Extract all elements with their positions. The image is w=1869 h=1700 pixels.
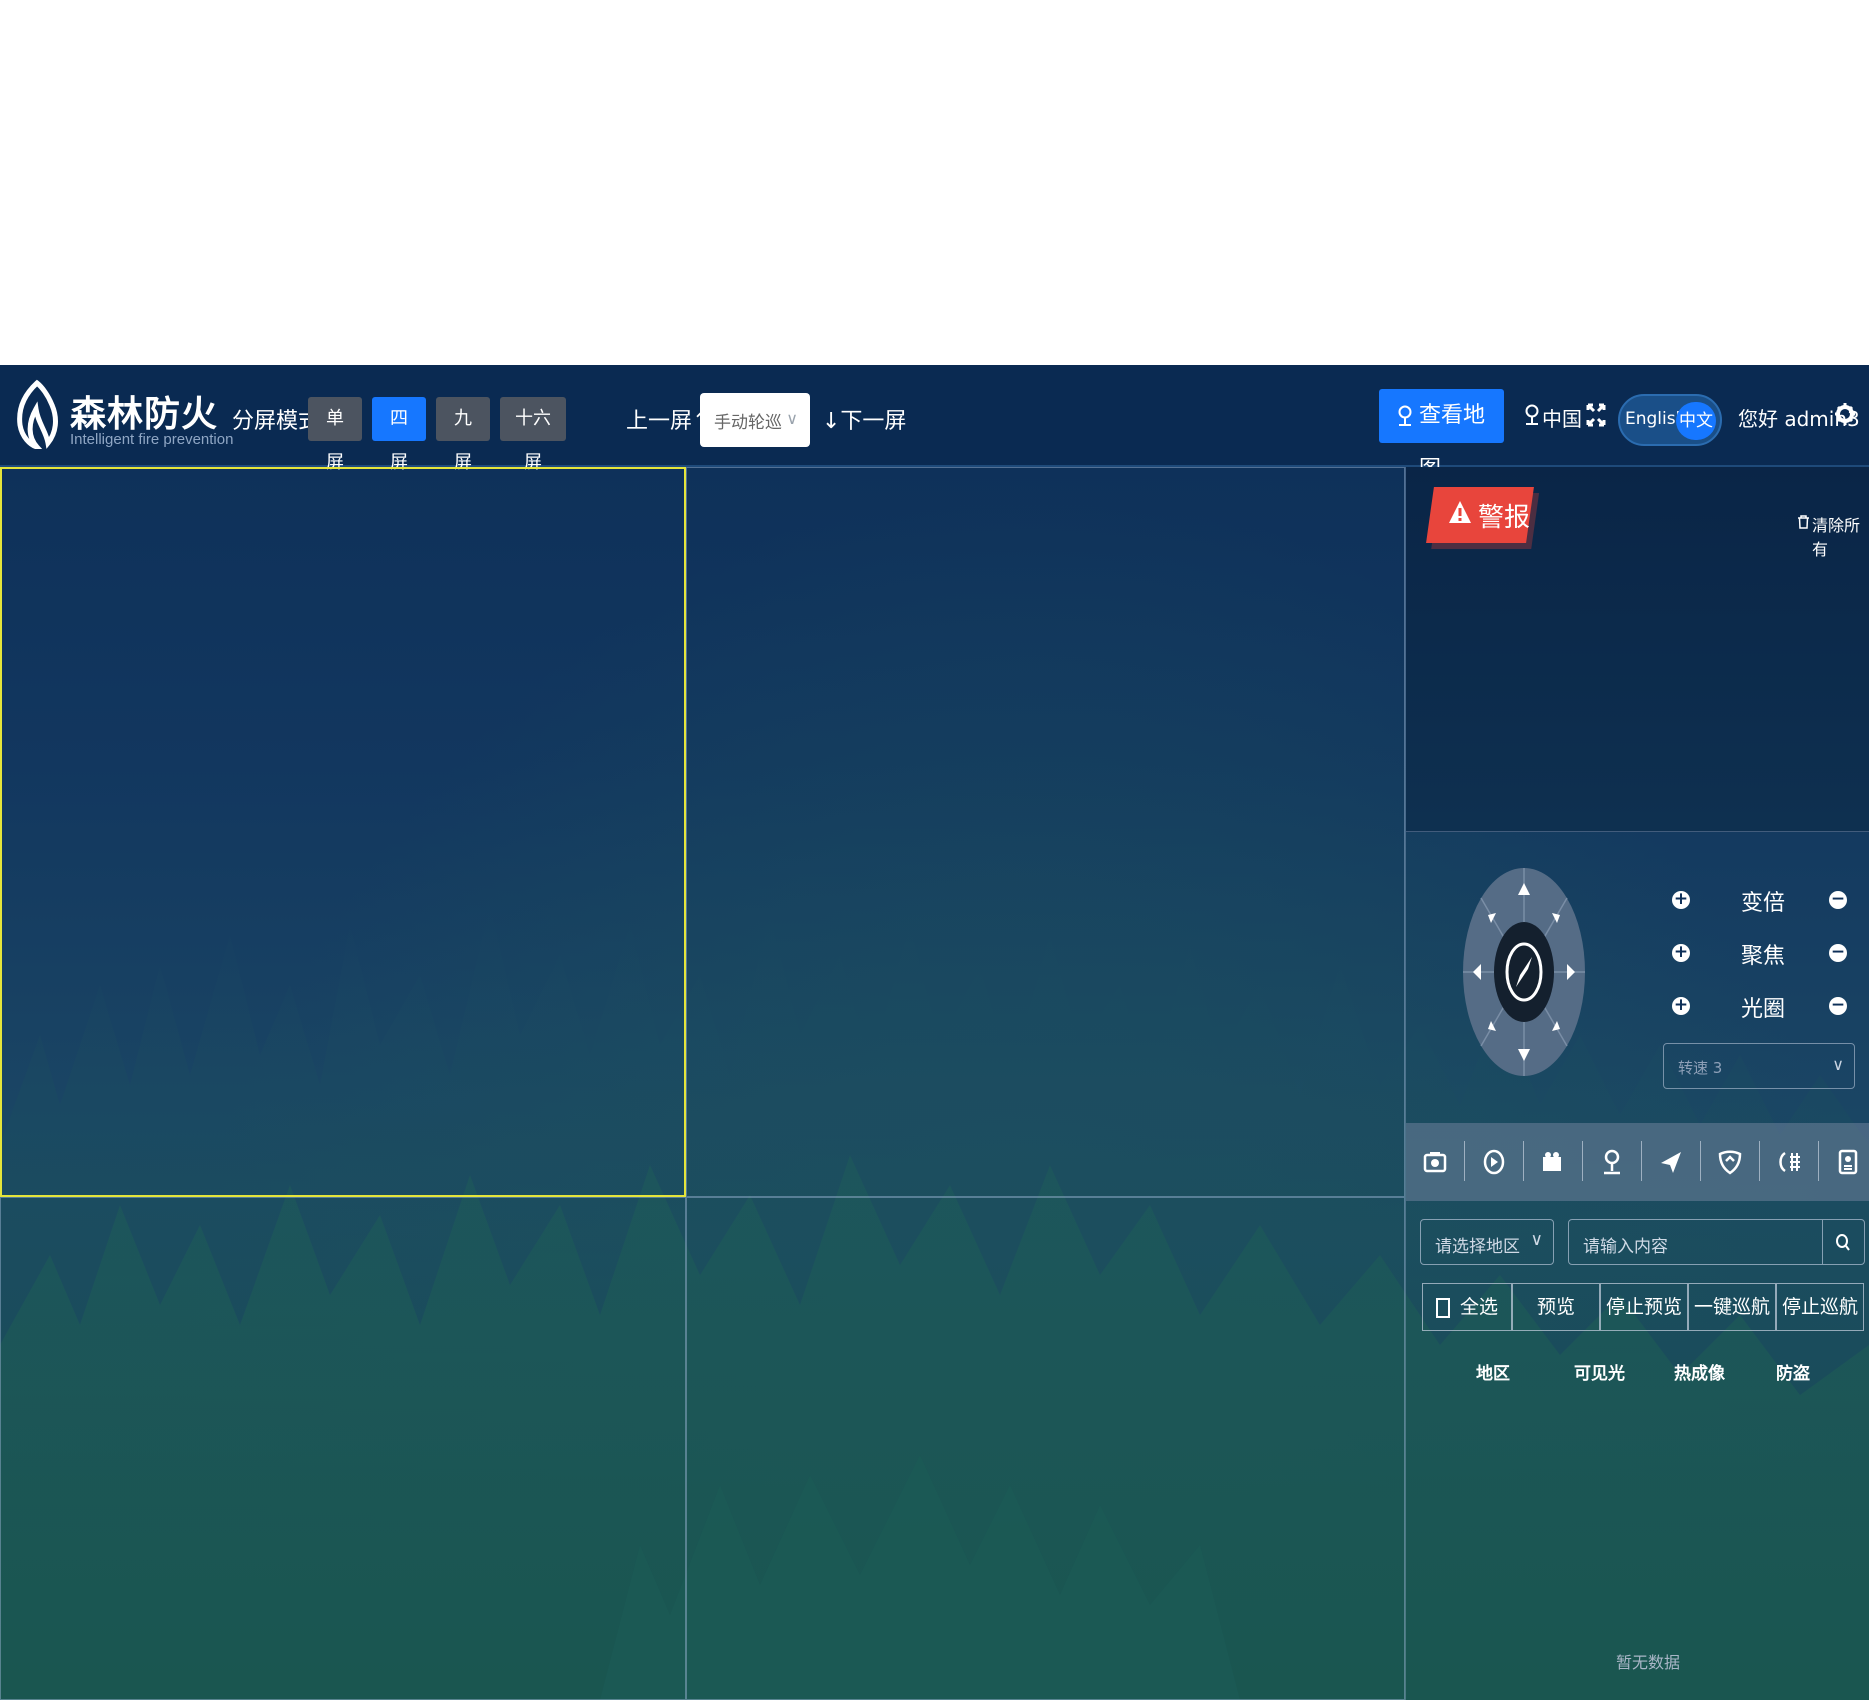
select-all-checkbox[interactable]: 全选	[1422, 1283, 1512, 1331]
region-label: 中国	[1542, 407, 1582, 431]
video-camera-icon[interactable]	[1540, 1147, 1566, 1177]
right-panel: 警报 清除所有 + 变倍 − + 聚焦 − + 光圈 − 转速 3 ∨ 请选择地…	[1405, 467, 1869, 1700]
app-window: 森林防火 Intelligent fire prevention 分屏模式 单屏…	[0, 365, 1869, 1700]
video-cell-1[interactable]	[0, 467, 686, 1197]
iris-row: + 光圈 −	[1406, 991, 1869, 1031]
tool-separator	[1759, 1141, 1760, 1181]
ptz-speed-select[interactable]: 转速 3 ∨	[1663, 1043, 1855, 1089]
play-circle-icon[interactable]	[1481, 1147, 1507, 1177]
logo-title: 森林防火	[70, 394, 219, 435]
region-select[interactable]: 请选择地区 ∨	[1420, 1219, 1554, 1265]
zoom-out-button[interactable]: −	[1829, 891, 1847, 909]
tool-separator	[1641, 1141, 1642, 1181]
search-icon	[1836, 1234, 1850, 1251]
video-cell-2[interactable]	[686, 467, 1405, 1197]
split-mode-label: 分屏模式	[232, 409, 321, 434]
tour-mode-value: 手动轮巡	[714, 413, 782, 433]
focus-in-button[interactable]: +	[1672, 944, 1690, 962]
view-map-button[interactable]: 查看地图	[1379, 389, 1504, 482]
tool-separator	[1700, 1141, 1701, 1181]
zoom-row: + 变倍 −	[1406, 885, 1869, 925]
chevron-down-icon: ∨	[1832, 1055, 1844, 1074]
logo-subtitle: Intelligent fire prevention	[70, 431, 234, 448]
alarm-section: 警报 清除所有	[1406, 467, 1869, 832]
tool-separator	[1818, 1141, 1819, 1181]
tool-separator	[1464, 1141, 1465, 1181]
top-header: 森林防火 Intelligent fire prevention 分屏模式 单屏…	[0, 365, 1869, 482]
chevron-down-icon: ∨	[786, 409, 798, 428]
focus-out-button[interactable]: −	[1829, 944, 1847, 962]
next-screen-button[interactable]: ↓下一屏	[822, 403, 906, 435]
shield-icon[interactable]	[1717, 1147, 1743, 1177]
tool-separator	[1523, 1141, 1524, 1181]
region-select-value: 请选择地区	[1435, 1237, 1520, 1257]
zoom-label: 变倍	[1741, 891, 1786, 916]
search-input[interactable]: 请输入内容	[1568, 1219, 1865, 1265]
alarm-title-text: 警报	[1478, 503, 1531, 533]
camera-icon[interactable]	[1422, 1147, 1448, 1177]
column-header-visible: 可见光	[1574, 1364, 1625, 1384]
warning-icon	[1449, 501, 1471, 523]
column-header-thermal: 热成像	[1674, 1364, 1725, 1384]
lang-chinese-option[interactable]: 中文	[1676, 402, 1716, 440]
clear-all-button[interactable]: 清除所有	[1798, 512, 1869, 560]
search-placeholder: 请输入内容	[1583, 1237, 1668, 1257]
clear-all-label: 清除所有	[1812, 516, 1861, 559]
prev-screen-button[interactable]: 上一屏↑	[626, 403, 710, 435]
location-icon	[1398, 405, 1412, 426]
region-selector[interactable]: 中国	[1524, 403, 1582, 432]
split-sixteen-button[interactable]: 十六屏	[500, 397, 566, 473]
trash-icon	[1798, 515, 1809, 529]
focus-row: + 聚焦 −	[1406, 938, 1869, 978]
iris-open-button[interactable]: +	[1672, 997, 1690, 1015]
split-nine-button[interactable]: 九屏	[436, 397, 490, 473]
zoom-in-button[interactable]: +	[1672, 891, 1690, 909]
doc-icon[interactable]	[1835, 1147, 1861, 1177]
tool-separator	[1582, 1141, 1583, 1181]
stop-preview-button[interactable]: 停止预览	[1600, 1283, 1688, 1331]
preview-button[interactable]: 预览	[1512, 1283, 1600, 1331]
column-header-region: 地区	[1476, 1364, 1510, 1384]
alarm-title: 警报	[1448, 497, 1530, 534]
select-all-label: 全选	[1459, 1296, 1498, 1318]
language-toggle[interactable]: English 中文	[1618, 394, 1722, 446]
tool-bar	[1406, 1123, 1869, 1201]
chevron-down-icon: ∨	[1530, 1230, 1543, 1250]
tour-mode-select[interactable]: 手动轮巡 ∨	[700, 393, 810, 447]
empty-state-text: 暂无数据	[1616, 1653, 1681, 1672]
stop-cruise-button[interactable]: 停止巡航	[1776, 1283, 1864, 1331]
location-icon	[1525, 404, 1539, 425]
light-icon[interactable]	[1776, 1147, 1802, 1177]
iris-label: 光圈	[1741, 997, 1786, 1022]
logo-icon	[17, 379, 58, 449]
column-header-antitheft: 防盗	[1776, 1364, 1810, 1384]
search-button[interactable]	[1822, 1220, 1864, 1264]
iris-close-button[interactable]: −	[1829, 997, 1847, 1015]
split-four-button[interactable]: 四屏	[372, 397, 426, 473]
send-icon[interactable]	[1658, 1147, 1684, 1177]
split-single-button[interactable]: 单屏	[308, 397, 362, 473]
video-cell-4[interactable]	[686, 1197, 1405, 1700]
video-cell-3[interactable]	[0, 1197, 686, 1700]
blank-area	[0, 0, 1869, 365]
fullscreen-icon[interactable]	[1586, 403, 1606, 427]
focus-label: 聚焦	[1741, 944, 1786, 969]
checkbox-icon[interactable]	[1435, 1297, 1450, 1318]
gear-icon[interactable]	[1834, 401, 1856, 427]
user-pin-icon[interactable]	[1599, 1147, 1625, 1177]
one-key-cruise-button[interactable]: 一键巡航	[1688, 1283, 1776, 1331]
ptz-speed-value: 转速 3	[1678, 1059, 1723, 1077]
